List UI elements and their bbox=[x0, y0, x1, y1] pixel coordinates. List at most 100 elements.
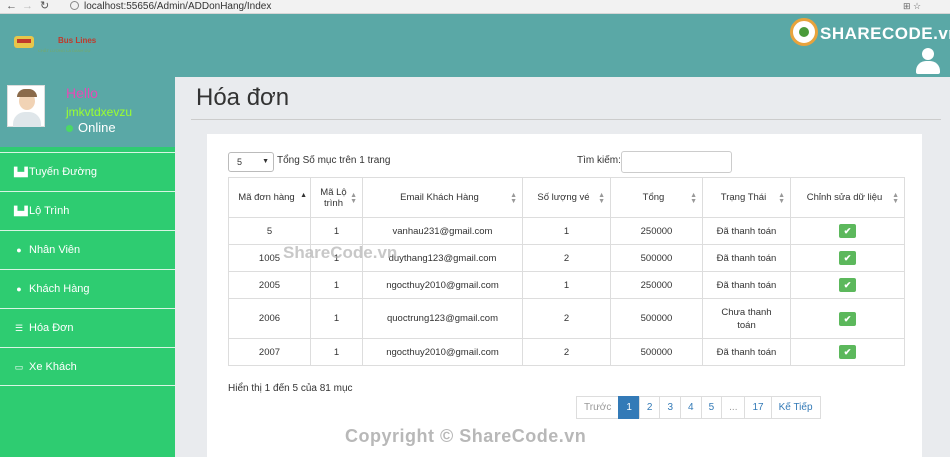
sidebar-item-xe-khach[interactable]: ▭ Xe Khách bbox=[0, 347, 175, 386]
cell-ticket-qty: 1 bbox=[522, 217, 611, 245]
cell-edit: ✔ bbox=[790, 298, 905, 339]
page-title: Hóa đơn bbox=[196, 84, 290, 111]
user-icon[interactable] bbox=[916, 48, 940, 76]
edit-check-icon[interactable]: ✔ bbox=[839, 278, 856, 292]
cell-total: 500000 bbox=[610, 298, 703, 339]
search-label: Tìm kiếm: bbox=[577, 155, 621, 166]
column-header-ma-don-hang[interactable]: Mã đơn hàng ▲ bbox=[228, 177, 311, 218]
column-header-chinh-sua[interactable]: Chỉnh sửa dữ liệu ▲ ▼ bbox=[790, 177, 905, 218]
column-header-so-luong-ve[interactable]: Số lượng vé ▲ ▼ bbox=[522, 177, 611, 218]
pagination-page-3[interactable]: 3 bbox=[659, 396, 682, 419]
pagination-next[interactable]: Kế Tiếp bbox=[770, 396, 821, 419]
column-label: Email Khách Hàng bbox=[400, 192, 479, 203]
info-icon[interactable] bbox=[70, 1, 79, 10]
edit-check-icon[interactable]: ✔ bbox=[839, 251, 856, 265]
column-header-email[interactable]: Email Khách Hàng ▲ ▼ bbox=[362, 177, 523, 218]
user-icon: ● bbox=[16, 245, 22, 255]
cell-total: 250000 bbox=[610, 217, 703, 245]
road-icon: ▙▟ bbox=[14, 167, 28, 177]
table-row: 5 1 vanhau231@gmail.com 1 250000 Đã than… bbox=[228, 217, 905, 245]
edit-check-icon[interactable]: ✔ bbox=[839, 311, 856, 326]
online-label: Online bbox=[78, 120, 116, 135]
table-row: 2006 1 quoctrung123@gmail.com 2 500000 C… bbox=[228, 298, 905, 339]
credit-card-icon: ▭ bbox=[14, 362, 24, 372]
orders-table: Mã đơn hàng ▲ Mã Lộ trình ▲ ▼ Email Khách H… bbox=[228, 177, 905, 366]
forward-icon[interactable]: → bbox=[22, 0, 33, 13]
cell-ticket-qty: 2 bbox=[522, 298, 611, 339]
cell-edit: ✔ bbox=[790, 244, 905, 272]
cell-edit: ✔ bbox=[790, 271, 905, 299]
divider bbox=[191, 119, 941, 120]
table-info: Hiển thị 1 đến 5 của 81 mục bbox=[228, 383, 353, 394]
edit-check-icon[interactable]: ✔ bbox=[839, 345, 856, 359]
cell-total: 250000 bbox=[610, 271, 703, 299]
sidebar-item-label: Lộ Trình bbox=[29, 205, 70, 217]
logo-text: Bus Lines bbox=[58, 36, 97, 45]
column-header-ma-lo-trinh[interactable]: Mã Lộ trình ▲ ▼ bbox=[310, 177, 363, 218]
cell-edit: ✔ bbox=[790, 338, 905, 366]
reload-icon[interactable]: ↻ bbox=[40, 0, 49, 13]
table-row: 2007 1 ngocthuy2010@gmail.com 2 500000 Đ… bbox=[228, 338, 905, 366]
pagination-page-17[interactable]: 17 bbox=[744, 396, 772, 419]
back-icon[interactable]: ← bbox=[6, 0, 17, 13]
search-input[interactable] bbox=[621, 151, 732, 173]
sort-icon: ▲ ▼ bbox=[510, 192, 517, 205]
sort-icon: ▲ ▼ bbox=[892, 192, 899, 205]
logo-tagline: CHẤT LƯỢNG LÀ DANH DỰ bbox=[38, 48, 91, 53]
online-status: Online bbox=[66, 120, 116, 135]
sort-icon: ▲ ▼ bbox=[778, 192, 785, 205]
cell-email: ngocthuy2010@gmail.com bbox=[362, 338, 523, 366]
pagination-page-5[interactable]: 5 bbox=[700, 396, 723, 419]
cell-order-id: 5 bbox=[228, 217, 311, 245]
sidebar-item-label: Khách Hàng bbox=[29, 283, 90, 295]
column-header-tong[interactable]: Tổng ▲ ▼ bbox=[610, 177, 703, 218]
main-content: Hóa đơn 5 ▼ Tổng Số mục trên 1 trang Tìm … bbox=[175, 77, 950, 457]
cell-route-id: 1 bbox=[310, 217, 363, 245]
watermark: Copyright © ShareCode.vn bbox=[345, 426, 587, 446]
greeting: Hello bbox=[66, 85, 98, 101]
pagination-ellipsis: ... bbox=[721, 396, 746, 419]
chevron-down-icon: ▼ bbox=[262, 158, 269, 165]
column-label: Tổng bbox=[642, 192, 665, 203]
sidebar-item-lo-trinh[interactable]: ▙▟Lộ Trình bbox=[0, 191, 175, 230]
column-header-trang-thai[interactable]: Trạng Thái ▲ ▼ bbox=[702, 177, 791, 218]
url-bar[interactable]: localhost:55656/Admin/ADDonHang/Index bbox=[84, 0, 271, 13]
pagination-page-2[interactable]: 2 bbox=[638, 396, 661, 419]
sidebar-item-label: Xe Khách bbox=[29, 361, 77, 373]
username: jmkvtdxevzu bbox=[66, 105, 133, 119]
sidebar-item-tuyen-duong[interactable]: ▙▟Tuyến Đường bbox=[0, 152, 175, 191]
watermark-mid: ShareCode.vn bbox=[283, 243, 398, 262]
sidebar-item-hoa-don[interactable]: ☰ Hóa Đơn bbox=[0, 308, 175, 347]
cell-email: vanhau231@gmail.com bbox=[362, 217, 523, 245]
cell-status: Đã thanh toán bbox=[702, 244, 791, 272]
cell-total: 500000 bbox=[610, 338, 703, 366]
cell-ticket-qty: 1 bbox=[522, 271, 611, 299]
bus-icon bbox=[14, 36, 34, 48]
brand-text: SHARECODE.vn bbox=[820, 24, 950, 43]
column-label: Chỉnh sửa dữ liệu bbox=[806, 192, 883, 203]
cell-status: Đã thanh toán bbox=[702, 338, 791, 366]
sidebar-item-label: Hóa Đơn bbox=[29, 322, 74, 334]
browser-bar: ← → ↻ localhost:55656/Admin/ADDonHang/In… bbox=[0, 0, 950, 14]
table-row: 2005 1 ngocthuy2010@gmail.com 1 250000 Đ… bbox=[228, 271, 905, 299]
pagination-prev[interactable]: Trước bbox=[576, 396, 620, 419]
sort-icon: ▲ ▼ bbox=[690, 192, 697, 205]
sharecode-logo-icon bbox=[790, 18, 818, 46]
cell-order-id: 2006 bbox=[228, 298, 311, 339]
cell-status: Đã thanh toán bbox=[702, 217, 791, 245]
cell-order-id: 2007 bbox=[228, 338, 311, 366]
top-navbar: Bus Lines CHẤT LƯỢNG LÀ DANH DỰ SHARECOD… bbox=[0, 14, 950, 77]
sidebar-item-label: Tuyến Đường bbox=[29, 166, 97, 178]
bus-lines-logo[interactable]: Bus Lines CHẤT LƯỢNG LÀ DANH DỰ bbox=[14, 34, 104, 56]
pagination-page-1[interactable]: 1 bbox=[618, 396, 640, 419]
pagination-page-4[interactable]: 4 bbox=[680, 396, 702, 419]
edit-check-icon[interactable]: ✔ bbox=[839, 224, 856, 238]
table-header-row: Mã đơn hàng ▲ Mã Lộ trình ▲ ▼ Email Khách H… bbox=[228, 177, 905, 218]
translate-icon[interactable]: ⊞ ☆ bbox=[903, 1, 921, 12]
sidebar-item-khach-hang[interactable]: ● Khách Hàng bbox=[0, 269, 175, 308]
cell-status: Chưa thanh toán bbox=[702, 298, 791, 339]
sort-icon: ▲ ▼ bbox=[350, 192, 357, 205]
table-panel: 5 ▼ Tổng Số mục trên 1 trang Tìm kiếm: Mã… bbox=[207, 134, 922, 457]
sidebar-item-nhan-vien[interactable]: ● Nhân Viên bbox=[0, 230, 175, 269]
page-length-select[interactable]: 5 ▼ bbox=[228, 152, 274, 172]
